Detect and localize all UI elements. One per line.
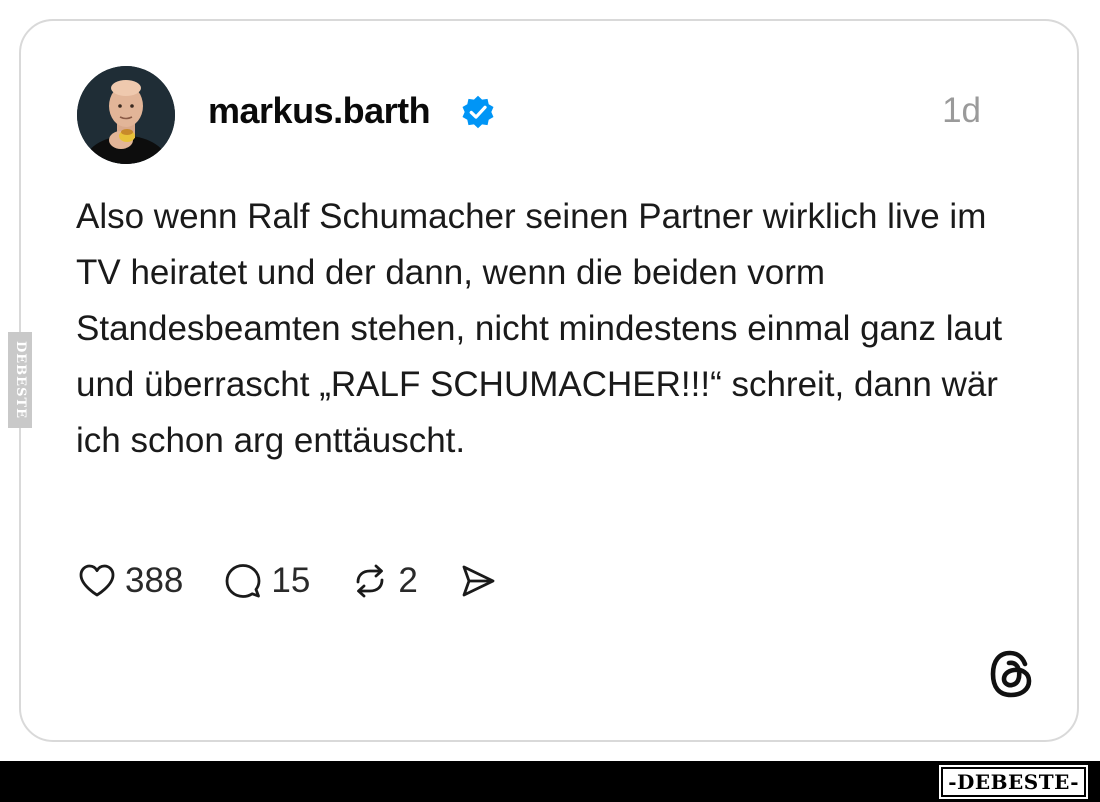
avatar[interactable]	[77, 66, 175, 164]
repost-icon	[356, 564, 384, 598]
repost-button[interactable]: 2	[350, 559, 418, 603]
post-card: markus.barth 1d Also wenn Ralf Schumache…	[19, 19, 1079, 742]
heart-icon	[79, 564, 115, 597]
comment-count: 15	[271, 561, 311, 600]
comment-bubble-icon	[226, 564, 261, 598]
post-actions: 388 15 2	[77, 557, 498, 605]
avatar-image	[77, 66, 175, 164]
share-icon	[462, 565, 495, 597]
threads-logo-icon[interactable]	[987, 648, 1035, 700]
bottom-bar: -DEBESTE-	[0, 761, 1100, 802]
author-username[interactable]: markus.barth	[208, 89, 431, 133]
comment-button[interactable]: 15	[223, 559, 310, 603]
post-timestamp: 1d	[942, 91, 981, 130]
like-count: 388	[125, 561, 184, 600]
repost-count: 2	[398, 561, 418, 600]
like-button[interactable]: 388	[77, 559, 183, 603]
post-text: Also wenn Ralf Schumacher seinen Partner…	[76, 197, 1003, 460]
bottom-watermark: -DEBESTE-	[939, 765, 1088, 799]
verified-badge-icon	[462, 95, 494, 129]
share-button[interactable]	[458, 561, 498, 601]
side-watermark: DEBESTE	[8, 332, 32, 428]
